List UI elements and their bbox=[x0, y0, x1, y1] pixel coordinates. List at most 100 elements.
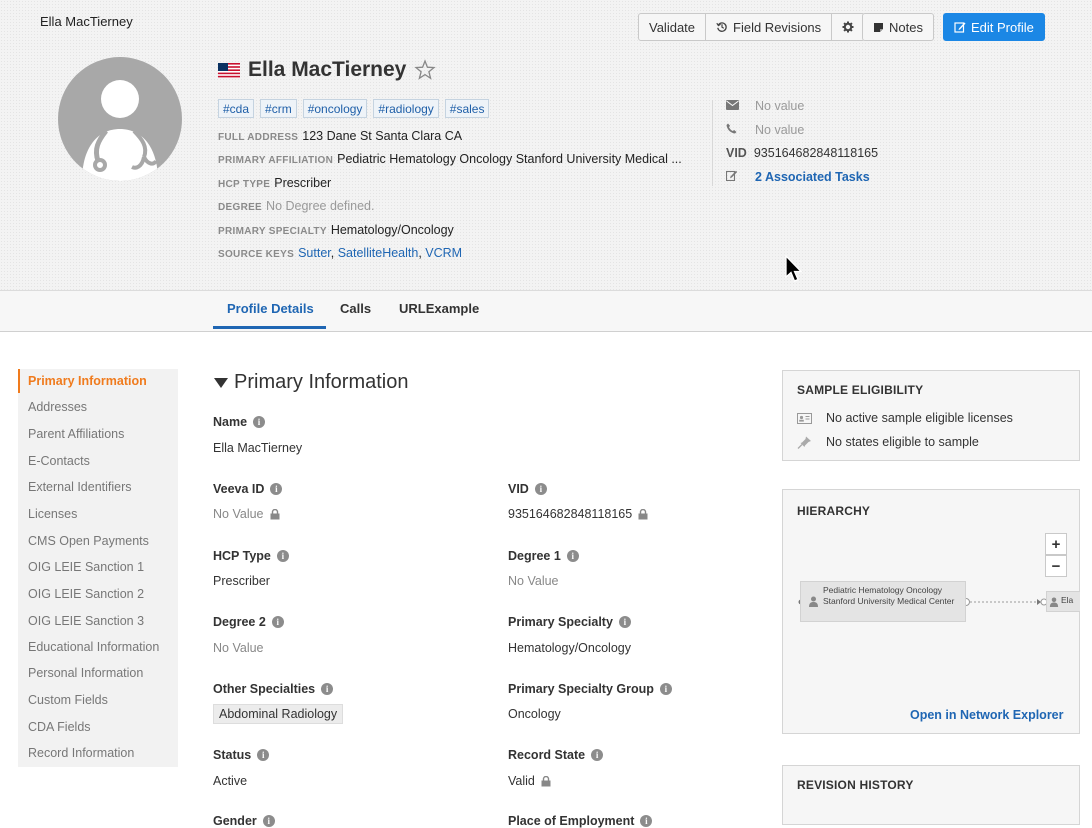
validate-button[interactable]: Validate bbox=[638, 13, 707, 41]
gender-label: Gender i bbox=[213, 814, 275, 828]
info-icon[interactable]: i bbox=[262, 815, 275, 827]
network-explorer-link[interactable]: Open in Network Explorer bbox=[910, 708, 1064, 722]
info-icon[interactable]: i bbox=[271, 616, 284, 628]
degree-value: No Degree defined. bbox=[266, 199, 375, 213]
section-nav: Primary Information Addresses Parent Aff… bbox=[18, 369, 178, 767]
nav-item-custom-fields[interactable]: Custom Fields bbox=[28, 693, 108, 707]
place-of-employment-label: Place of Employment i bbox=[508, 814, 653, 828]
info-icon[interactable]: i bbox=[640, 815, 653, 827]
tag[interactable]: #oncology bbox=[302, 99, 368, 118]
source-key-link[interactable]: VCRM bbox=[425, 246, 462, 260]
tab-calls[interactable]: Calls bbox=[340, 301, 371, 316]
label-text: Name bbox=[213, 415, 248, 429]
associated-tasks-link[interactable]: 2 Associated Tasks bbox=[755, 170, 870, 184]
nav-item-parent-affiliations[interactable]: Parent Affiliations bbox=[28, 427, 124, 441]
sample-eligibility-panel: SAMPLE ELIGIBILITY No active sample elig… bbox=[782, 370, 1080, 461]
active-tab-indicator bbox=[213, 326, 326, 329]
tab-urlexample[interactable]: URLExample bbox=[399, 301, 479, 316]
label-text: Veeva ID bbox=[213, 482, 265, 496]
info-icon[interactable]: i bbox=[257, 749, 270, 761]
tag[interactable]: #cda bbox=[218, 99, 255, 118]
value-text: No Value bbox=[213, 507, 264, 521]
field-label: PRIMARY SPECIALTY bbox=[218, 226, 327, 237]
hcp-type-field: HCP TYPE Prescriber bbox=[218, 176, 331, 190]
email-line: No value bbox=[726, 99, 804, 113]
source-keys-field: SOURCE KEYS Sutter, SatelliteHealth, VCRM bbox=[218, 246, 462, 260]
tab-profile-details[interactable]: Profile Details bbox=[227, 301, 314, 316]
degree2-label: Degree 2 i bbox=[213, 615, 284, 629]
nav-item-record-information[interactable]: Record Information bbox=[28, 746, 134, 760]
section-header[interactable]: Primary Information bbox=[214, 371, 409, 394]
us-flag-icon bbox=[218, 62, 240, 78]
info-icon[interactable]: i bbox=[566, 550, 579, 562]
favorite-star-icon[interactable] bbox=[414, 59, 437, 81]
hcp-name: Ella MacTierney bbox=[248, 58, 407, 81]
nav-item-cda-fields[interactable]: CDA Fields bbox=[28, 720, 91, 734]
info-icon[interactable]: i bbox=[253, 416, 266, 428]
full-address-value: 123 Dane St Santa Clara CA bbox=[302, 129, 463, 143]
nav-item-personal-information[interactable]: Personal Information bbox=[28, 666, 143, 680]
value-text: Valid bbox=[508, 774, 535, 788]
hcp-type-value: Prescriber bbox=[213, 574, 270, 588]
source-key-link[interactable]: SatelliteHealth bbox=[338, 246, 419, 260]
info-icon[interactable]: i bbox=[270, 483, 283, 495]
notes-button[interactable]: Notes bbox=[862, 13, 934, 41]
tag[interactable]: #crm bbox=[260, 99, 297, 118]
nav-item-addresses[interactable]: Addresses bbox=[28, 400, 87, 414]
nav-item-educational-information[interactable]: Educational Information bbox=[28, 640, 159, 654]
primary-affiliation-value: Pediatric Hematology Oncology Stanford U… bbox=[337, 152, 682, 166]
source-key-link[interactable]: Sutter bbox=[298, 246, 331, 260]
settings-button[interactable] bbox=[832, 13, 866, 41]
label-text: Place of Employment bbox=[508, 814, 635, 828]
nav-item-oig-leie-sanction-2[interactable]: OIG LEIE Sanction 2 bbox=[28, 587, 144, 601]
nav-item-primary-information[interactable]: Primary Information bbox=[28, 374, 147, 388]
edit-profile-button[interactable]: Edit Profile bbox=[943, 13, 1045, 41]
doctor-icon bbox=[82, 80, 158, 181]
degree2-value: No Value bbox=[213, 641, 264, 655]
info-icon[interactable]: i bbox=[591, 749, 604, 761]
nav-item-e-contacts[interactable]: E-Contacts bbox=[28, 454, 90, 468]
phone-line: No value bbox=[726, 123, 804, 137]
degree1-value: No Value bbox=[508, 574, 559, 588]
pushpin-icon bbox=[797, 436, 811, 449]
nav-item-external-identifiers[interactable]: External Identifiers bbox=[28, 480, 132, 494]
note-icon bbox=[874, 22, 883, 32]
hcp-type-label: HCP Type i bbox=[213, 549, 289, 563]
info-icon[interactable]: i bbox=[276, 550, 289, 562]
eligibility-states: No states eligible to sample bbox=[797, 435, 979, 449]
email-value: No value bbox=[755, 99, 805, 113]
zoom-in-button[interactable]: + bbox=[1045, 533, 1067, 555]
hierarchy-parent-node[interactable]: Pediatric Hematology Oncology Stanford U… bbox=[800, 581, 966, 622]
caret-down-icon bbox=[214, 377, 228, 388]
nav-item-oig-leie-sanction-3[interactable]: OIG LEIE Sanction 3 bbox=[28, 614, 144, 628]
tasks-line: 2 Associated Tasks bbox=[725, 170, 870, 184]
info-icon[interactable]: i bbox=[659, 683, 672, 695]
notes-label: Notes bbox=[889, 19, 923, 35]
gear-icon bbox=[842, 21, 854, 33]
field-label: PRIMARY AFFILIATION bbox=[218, 155, 334, 166]
info-icon[interactable]: i bbox=[321, 683, 334, 695]
label-text: VID bbox=[508, 482, 529, 496]
tag[interactable]: #sales bbox=[444, 99, 490, 118]
field-label: SOURCE KEYS bbox=[218, 249, 295, 260]
person-icon bbox=[809, 596, 818, 607]
hierarchy-child-node[interactable]: Ela bbox=[1046, 591, 1080, 612]
tab-bar bbox=[0, 290, 1092, 332]
field-revisions-button[interactable]: Field Revisions bbox=[706, 13, 833, 41]
info-icon[interactable]: i bbox=[534, 483, 547, 495]
tag[interactable]: #radiology bbox=[373, 99, 439, 118]
info-icon[interactable]: i bbox=[618, 616, 631, 628]
person-icon bbox=[1049, 597, 1059, 607]
record-state-label: Record State i bbox=[508, 748, 604, 762]
nav-item-cms-open-payments[interactable]: CMS Open Payments bbox=[28, 534, 149, 548]
avatar bbox=[58, 57, 182, 181]
vid-field-value: 935164682848118165 bbox=[508, 507, 648, 521]
panel-title: HIERARCHY bbox=[797, 504, 871, 518]
vid-line: VID 935164682848118165 bbox=[726, 146, 878, 160]
nav-item-licenses[interactable]: Licenses bbox=[28, 507, 77, 521]
edit-icon bbox=[725, 170, 738, 182]
phone-value: No value bbox=[755, 123, 805, 137]
separator: , bbox=[330, 246, 338, 260]
nav-item-oig-leie-sanction-1[interactable]: OIG LEIE Sanction 1 bbox=[28, 560, 144, 574]
degree1-label: Degree 1 i bbox=[508, 549, 579, 563]
